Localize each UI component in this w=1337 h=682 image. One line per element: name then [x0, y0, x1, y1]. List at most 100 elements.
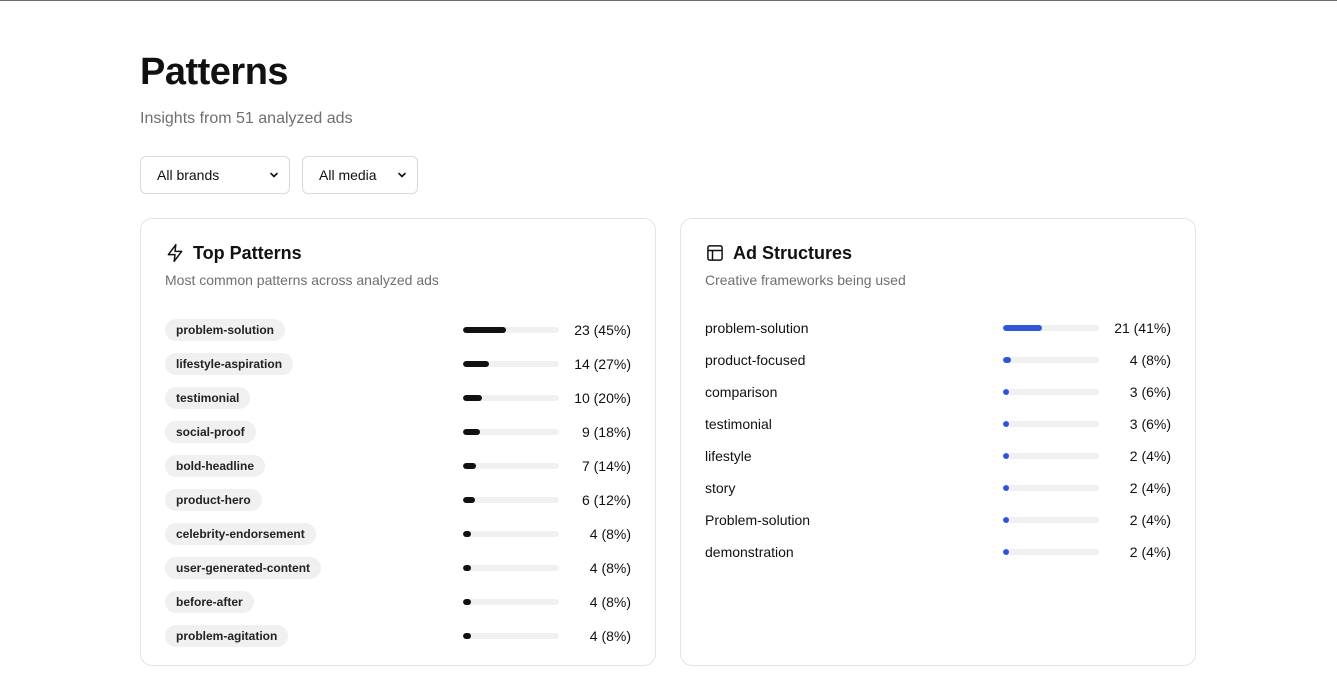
pattern-tag: social-proof — [165, 421, 256, 443]
pattern-tag: problem-solution — [165, 319, 285, 341]
progress-bar-fill — [463, 327, 507, 333]
progress-bar — [1003, 357, 1099, 363]
pattern-tag: product-hero — [165, 489, 262, 511]
count-value: 21 (41%) — [1114, 320, 1171, 336]
top-patterns-header: Top Patterns — [165, 241, 302, 265]
progress-bar — [463, 565, 559, 571]
structure-row: testimonial 3 (6%) — [705, 408, 1171, 440]
count-value: 14 (27%) — [574, 356, 631, 372]
structure-row: comparison 3 (6%) — [705, 376, 1171, 408]
structure-label: comparison — [705, 384, 778, 400]
structure-row: problem-solution 21 (41%) — [705, 312, 1171, 344]
progress-bar-fill — [463, 429, 481, 435]
progress-bar-fill — [463, 599, 471, 605]
count-value: 10 (20%) — [574, 390, 631, 406]
structure-label: product-focused — [705, 352, 806, 368]
count-value: 4 (8%) — [1129, 352, 1171, 368]
chevron-down-icon — [270, 172, 278, 178]
progress-bar — [1003, 453, 1099, 459]
progress-bar — [1003, 389, 1099, 395]
ad-structures-subtitle: Creative frameworks being used — [705, 272, 906, 288]
progress-bar-fill — [463, 361, 489, 367]
count-value: 3 (6%) — [1129, 416, 1171, 432]
filter-bar: All brands All media — [140, 156, 418, 194]
progress-bar — [1003, 485, 1099, 491]
pattern-tag: celebrity-endorsement — [165, 523, 316, 545]
pattern-tag: testimonial — [165, 387, 251, 409]
structure-label: Problem-solution — [705, 512, 811, 528]
pattern-tag: user-generated-content — [165, 557, 322, 579]
progress-bar-fill — [463, 395, 483, 401]
ad-structures-title: Ad Structures — [733, 243, 853, 263]
count-value: 4 (8%) — [589, 594, 631, 610]
ad-structures-card: Ad Structures Creative frameworks being … — [680, 218, 1196, 666]
progress-bar — [463, 395, 559, 401]
structure-row: Problem-solution 2 (4%) — [705, 504, 1171, 536]
progress-bar — [463, 361, 559, 367]
pattern-row: bold-headline 7 (14%) — [165, 449, 631, 483]
structure-label: lifestyle — [705, 448, 752, 464]
structure-label: story — [705, 480, 736, 496]
pattern-row: testimonial 10 (20%) — [165, 381, 631, 415]
structure-row: demonstration 2 (4%) — [705, 536, 1171, 568]
count-value: 7 (14%) — [581, 458, 631, 474]
progress-bar — [463, 633, 559, 639]
progress-bar-fill — [463, 497, 475, 503]
page-title: Patterns — [140, 51, 289, 93]
count-value: 2 (4%) — [1129, 448, 1171, 464]
count-value: 4 (8%) — [589, 560, 631, 576]
progress-bar-fill — [1003, 485, 1009, 491]
pattern-row: problem-agitation 4 (8%) — [165, 619, 631, 653]
brand-filter-select[interactable]: All brands — [140, 156, 290, 194]
pattern-row: problem-solution 23 (45%) — [165, 313, 631, 347]
media-filter-select[interactable]: All media — [302, 156, 418, 194]
progress-bar — [463, 429, 559, 435]
lightning-icon — [167, 243, 183, 263]
ad-structures-header: Ad Structures — [705, 241, 852, 265]
ad-structures-list: problem-solution 21 (41%) product-focused 4… — [705, 312, 1171, 568]
structure-label: problem-solution — [705, 320, 809, 336]
progress-bar-fill — [463, 531, 471, 537]
top-patterns-title: Top Patterns — [193, 243, 302, 263]
pattern-row: product-hero 6 (12%) — [165, 483, 631, 517]
count-value: 2 (4%) — [1129, 544, 1171, 560]
progress-bar — [1003, 325, 1099, 331]
progress-bar-fill — [1003, 517, 1009, 523]
media-filter-value: All media — [319, 167, 377, 183]
page-subtitle: Insights from 51 analyzed ads — [140, 110, 353, 127]
progress-bar — [463, 497, 559, 503]
structure-label: demonstration — [705, 544, 794, 560]
structure-row: product-focused 4 (8%) — [705, 344, 1171, 376]
progress-bar — [463, 463, 559, 469]
progress-bar — [463, 599, 559, 605]
progress-bar-fill — [463, 463, 477, 469]
count-value: 3 (6%) — [1129, 384, 1171, 400]
pattern-row: social-proof 9 (18%) — [165, 415, 631, 449]
progress-bar-fill — [1003, 549, 1009, 555]
progress-bar-fill — [463, 565, 471, 571]
count-value: 4 (8%) — [589, 526, 631, 542]
structure-row: story 2 (4%) — [705, 472, 1171, 504]
count-value: 2 (4%) — [1129, 512, 1171, 528]
progress-bar — [1003, 517, 1099, 523]
pattern-tag: problem-agitation — [165, 625, 289, 647]
count-value: 9 (18%) — [581, 424, 631, 440]
pattern-row: before-after 4 (8%) — [165, 585, 631, 619]
progress-bar — [1003, 421, 1099, 427]
layout-icon — [707, 245, 723, 261]
progress-bar — [463, 327, 559, 333]
progress-bar-fill — [1003, 357, 1011, 363]
pattern-tag: lifestyle-aspiration — [165, 353, 294, 375]
brand-filter-value: All brands — [157, 167, 220, 183]
pattern-row: celebrity-endorsement 4 (8%) — [165, 517, 631, 551]
progress-bar-fill — [1003, 453, 1009, 459]
pattern-tag: bold-headline — [165, 455, 265, 477]
top-patterns-card: Top Patterns Most common patterns across… — [140, 218, 656, 666]
progress-bar — [463, 531, 559, 537]
progress-bar-fill — [1003, 325, 1043, 331]
top-patterns-list: problem-solution 23 (45%) lifestyle-aspira… — [165, 313, 631, 653]
progress-bar-fill — [1003, 421, 1009, 427]
progress-bar-fill — [463, 633, 471, 639]
count-value: 4 (8%) — [589, 628, 631, 644]
chevron-down-icon — [398, 172, 406, 178]
